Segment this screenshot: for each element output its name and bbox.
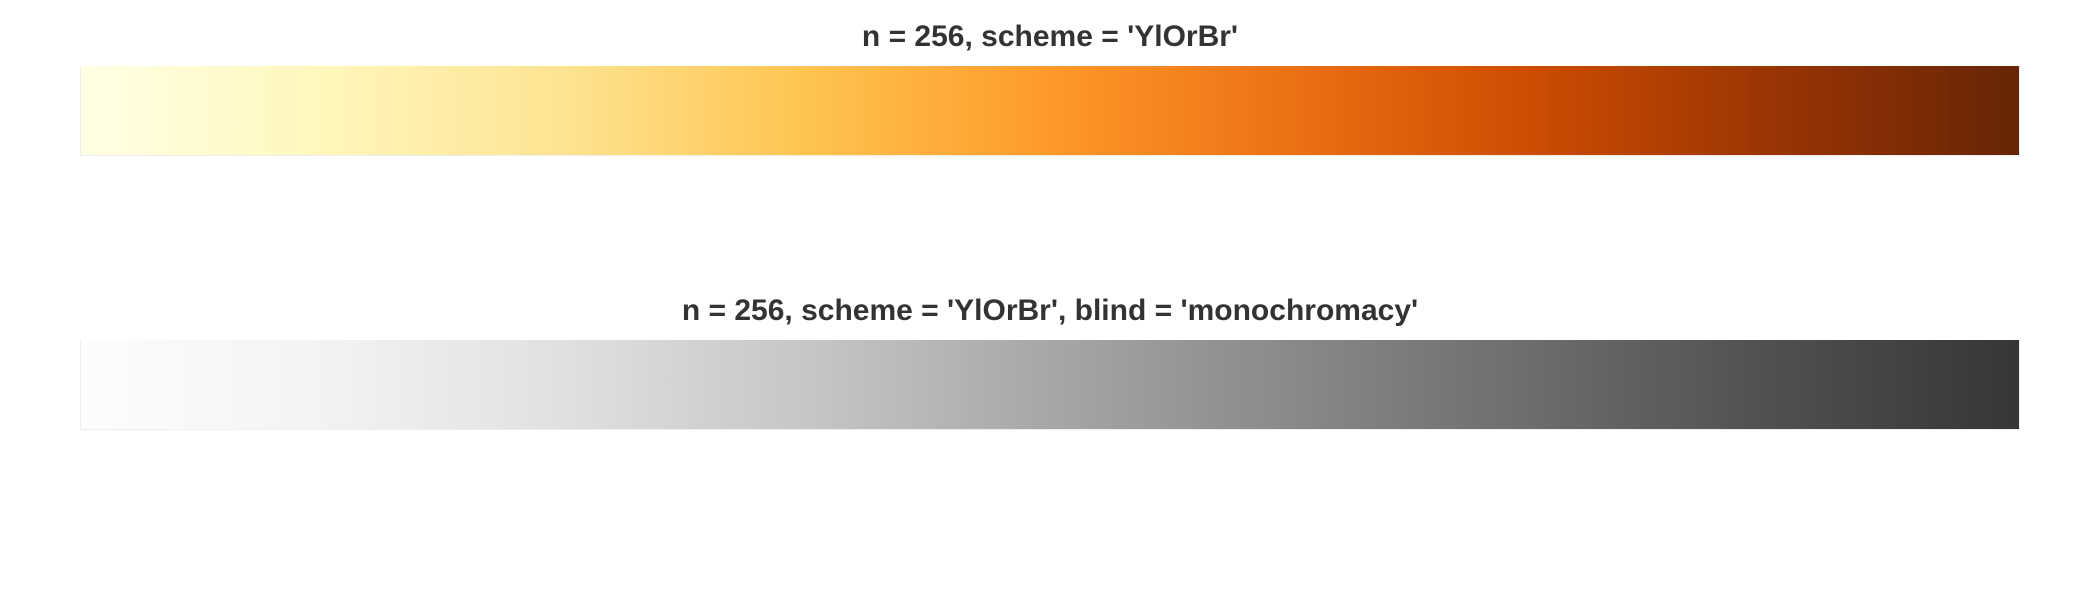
- colormap-chart: n = 256, scheme = 'YlOrBr', blind = 'mon…: [80, 286, 2020, 430]
- chart-title: n = 256, scheme = 'YlOrBr': [80, 12, 2020, 66]
- colormap-bar: [80, 340, 2020, 430]
- chart-title: n = 256, scheme = 'YlOrBr', blind = 'mon…: [80, 286, 2020, 340]
- colormap-bar: [80, 66, 2020, 156]
- colormap-chart: n = 256, scheme = 'YlOrBr': [80, 12, 2020, 156]
